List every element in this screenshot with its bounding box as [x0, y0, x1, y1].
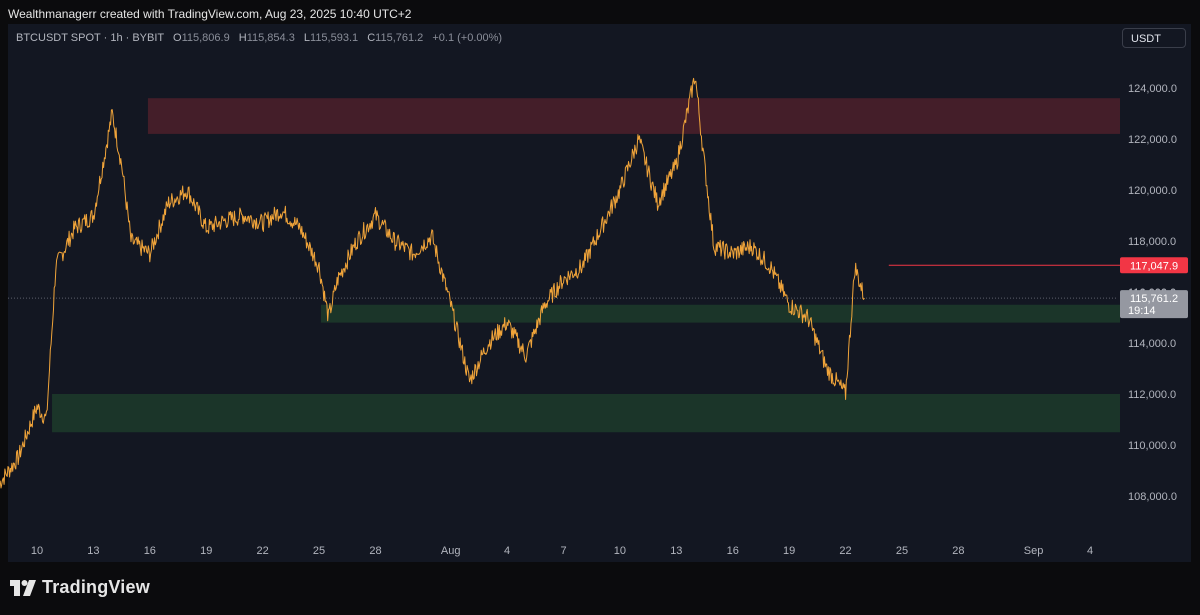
x-tick-label: 4 — [1087, 545, 1093, 557]
x-axis: 10 13 16 19 22 25 28 Aug 4 7 10 13 16 19 22 25 28 Sep 4 — [31, 545, 1093, 557]
x-tick-label: 28 — [369, 545, 381, 557]
x-tick-label: 19 — [783, 545, 795, 557]
high-value: 115,854.3 — [246, 32, 295, 44]
x-tick-label: 25 — [896, 545, 908, 557]
resistance-price-label: 117,047.9 — [1130, 260, 1178, 272]
x-tick-label: 28 — [952, 545, 964, 557]
x-tick-label: 4 — [504, 545, 510, 557]
x-tick-label: 16 — [727, 545, 739, 557]
price-chart[interactable]: 124,000.0122,000.0120,000.0118,000.0116,… — [0, 0, 1200, 615]
y-tick-label: 108,000.0 — [1128, 491, 1177, 503]
tradingview-logo: TradingView — [10, 577, 150, 598]
x-tick-label: 13 — [87, 545, 99, 557]
symbol-label: BTCUSDT SPOT · 1h · BYBIT — [16, 32, 164, 44]
y-tick-label: 118,000.0 — [1128, 236, 1176, 248]
y-tick-label: 110,000.0 — [1128, 440, 1176, 452]
ohlc-legend: BTCUSDT SPOT · 1h · BYBIT O115,806.9 H11… — [16, 32, 502, 44]
x-tick-label: 10 — [31, 545, 43, 557]
y-tick-label: 120,000.0 — [1128, 185, 1177, 197]
brand-name: TradingView — [42, 577, 150, 597]
y-tick-label: 124,000.0 — [1128, 83, 1177, 95]
open-label: O — [173, 32, 182, 44]
close-value: 115,761.2 — [375, 32, 424, 44]
currency-button[interactable]: USDT — [1122, 28, 1186, 48]
current-price-label: 115,761.2 — [1130, 293, 1178, 305]
resistance-zone-0 — [147, 98, 1121, 134]
low-value: 115,593.1 — [310, 32, 359, 44]
high-label: H — [238, 32, 247, 44]
close-label: C — [367, 32, 376, 44]
x-tick-label: Aug — [441, 545, 461, 557]
open-value: 115,806.9 — [181, 32, 230, 44]
tradingview-logo-icon — [10, 579, 36, 596]
x-tick-label: 22 — [839, 545, 851, 557]
y-tick-label: 112,000.0 — [1128, 389, 1176, 401]
x-tick-label: 16 — [144, 545, 156, 557]
price-labels-layer: 117,047.9116,000.0115,761.219:14 — [1120, 257, 1188, 319]
x-tick-label: 19 — [200, 545, 212, 557]
x-tick-label: Sep — [1024, 545, 1044, 557]
countdown-label: 19:14 — [1128, 305, 1156, 317]
x-tick-label: 7 — [560, 545, 566, 557]
x-tick-label: 25 — [313, 545, 325, 557]
x-tick-label: 13 — [670, 545, 682, 557]
change-value: +0.1 (+0.00%) — [432, 32, 503, 44]
y-tick-label: 114,000.0 — [1128, 338, 1176, 350]
x-tick-label: 22 — [257, 545, 269, 557]
support-zone-1 — [320, 304, 1120, 323]
y-tick-label: 122,000.0 — [1128, 134, 1177, 146]
x-tick-label: 10 — [614, 545, 626, 557]
support-zone-2 — [52, 394, 1121, 433]
